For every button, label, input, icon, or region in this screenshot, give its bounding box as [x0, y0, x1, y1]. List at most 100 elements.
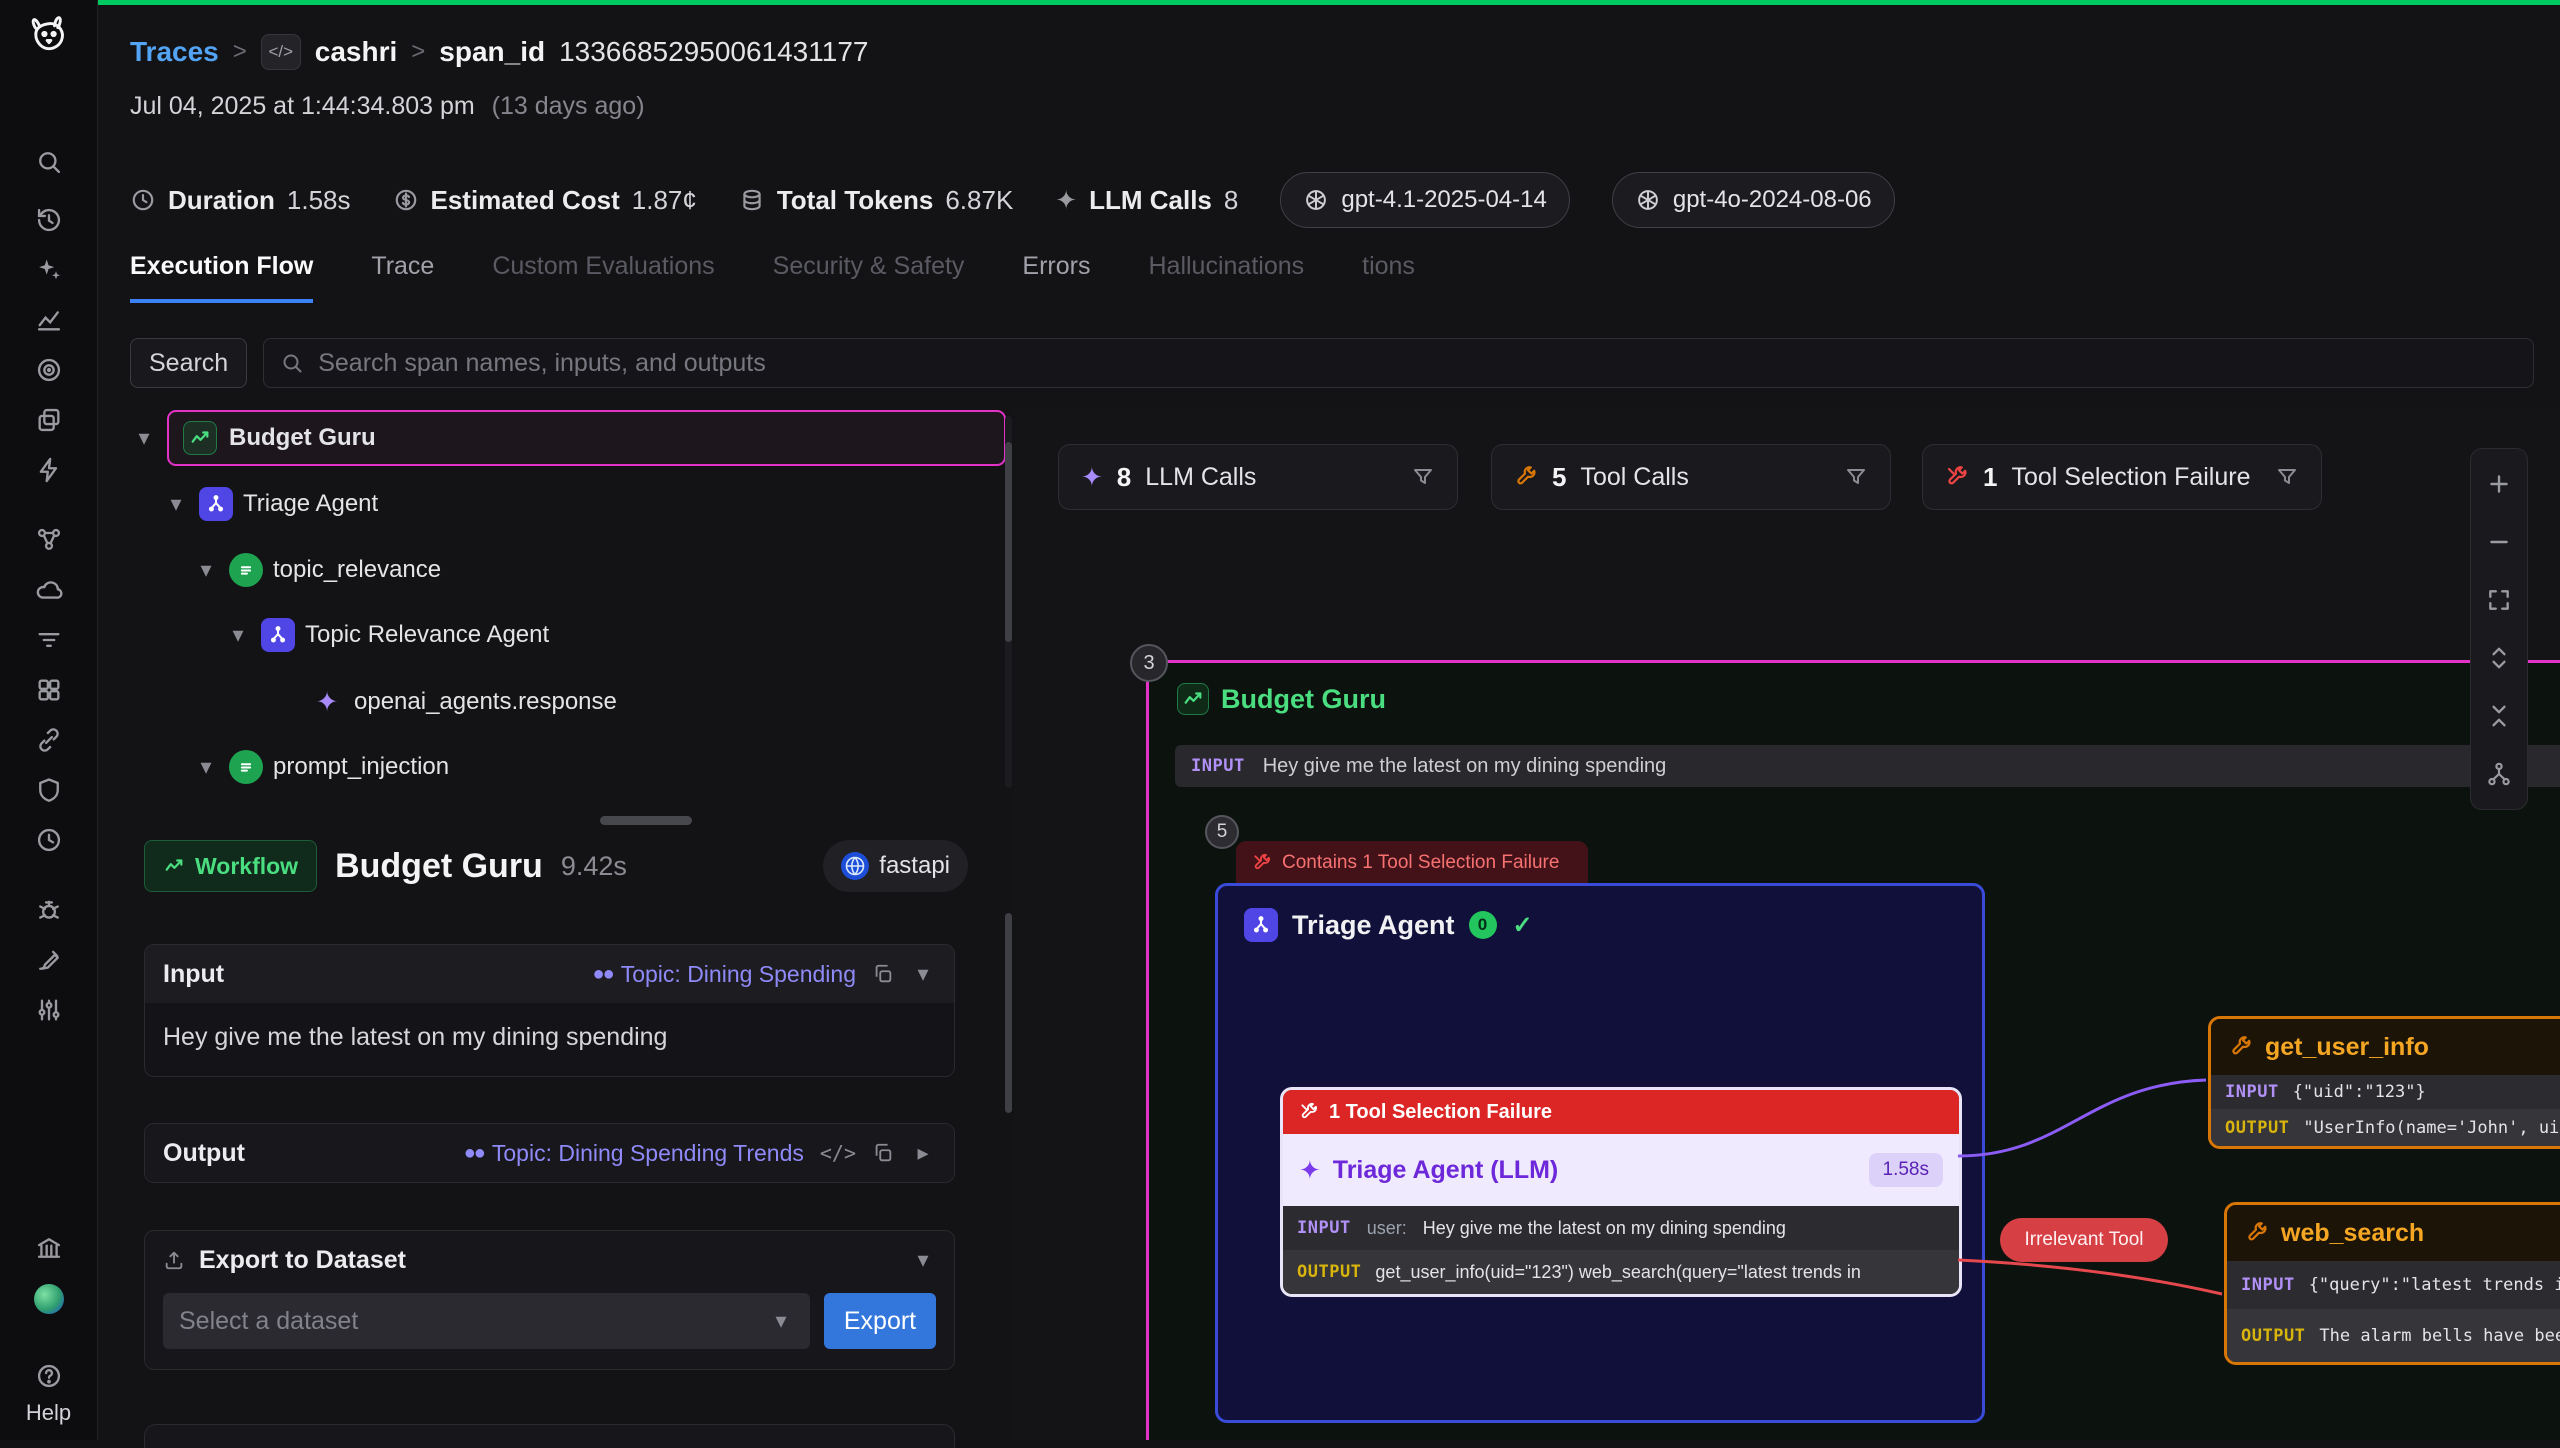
chevron-down-icon: ▾ — [768, 1308, 794, 1334]
tree-row-triage-agent[interactable]: ▾ Triage Agent — [163, 476, 378, 532]
link-icon[interactable] — [27, 718, 71, 762]
workflow-icon — [1177, 683, 1209, 715]
breadcrumb-span-label: span_id — [439, 36, 545, 68]
breadcrumb-project[interactable]: cashri — [315, 36, 398, 68]
code-view-icon[interactable]: </> — [820, 1141, 856, 1165]
fit-view-button[interactable] — [2477, 575, 2521, 625]
metric-tokens: Total Tokens 6.87K — [739, 185, 1013, 216]
chevron-down-icon[interactable]: ▾ — [910, 961, 936, 987]
metrics-chart-icon[interactable] — [27, 298, 71, 342]
funnel-icon[interactable] — [1411, 465, 1435, 489]
metric-label: Duration — [168, 185, 275, 216]
funnel-icon[interactable] — [1844, 465, 1868, 489]
metric-llm-calls: ✦ LLM Calls 8 — [1055, 185, 1238, 216]
help-icon[interactable] — [27, 1354, 71, 1398]
data-cloud-icon[interactable] — [27, 568, 71, 612]
tree-label: openai_agents.response — [354, 688, 617, 716]
copy-icon[interactable] — [872, 963, 894, 985]
graph-node-get-user-info[interactable]: get_user_info INPUT {"uid":"123"} OUTPUT… — [2208, 1016, 2560, 1149]
output-text: get_user_info(uid="123") web_search(quer… — [1375, 1262, 1860, 1283]
layers-icon[interactable] — [27, 398, 71, 442]
organization-icon[interactable] — [27, 1226, 71, 1270]
brush-icon[interactable] — [27, 938, 71, 982]
tree-scrollbar-thumb[interactable] — [1005, 442, 1012, 642]
shield-icon[interactable] — [27, 768, 71, 812]
tree-row-topic-relevance[interactable]: ▾ topic_relevance — [193, 542, 441, 598]
sparkle-icon: ✦ — [1081, 462, 1103, 493]
dataset-select[interactable]: Select a dataset ▾ — [163, 1293, 810, 1349]
hierarchy-layout-button[interactable] — [2477, 749, 2521, 799]
filter-chip-llm-calls[interactable]: ✦ 8 LLM Calls — [1058, 444, 1458, 510]
filter-lines-icon[interactable] — [27, 618, 71, 662]
chevron-down-icon[interactable]: ▾ — [131, 425, 157, 451]
tab-hallucinations[interactable]: Hallucinations — [1148, 252, 1304, 299]
breadcrumb-separator: > — [233, 38, 247, 66]
output-topic-badge[interactable]: ●●Topic: Dining Spending Trends — [464, 1140, 804, 1167]
tab-security-safety[interactable]: Security & Safety — [773, 252, 965, 299]
tree-row-prompt-injection[interactable]: ▾ prompt_injection — [193, 739, 449, 795]
funnel-icon[interactable] — [2275, 465, 2299, 489]
model-chip-gpt41[interactable]: gpt-4.1-2025-04-14 — [1280, 172, 1569, 228]
panel-drag-handle[interactable] — [600, 816, 692, 825]
openai-logo-icon — [1303, 187, 1329, 213]
search-icon — [280, 351, 304, 375]
zoom-in-button[interactable] — [2477, 459, 2521, 509]
model-chip-gpt4o[interactable]: gpt-4o-2024-08-06 — [1612, 172, 1895, 228]
search-button[interactable]: Search — [130, 338, 247, 388]
breadcrumb-span-id: 13366852950061431177 — [559, 36, 868, 68]
history-icon[interactable] — [27, 198, 71, 242]
input-text: Hey give me the latest on my dining spen… — [1423, 1218, 1786, 1239]
search-icon[interactable] — [27, 140, 71, 184]
tree-row-budget-guru[interactable]: ▾ Budget Guru — [131, 410, 1006, 466]
expand-all-button[interactable] — [2477, 633, 2521, 683]
tab-trace[interactable]: Trace — [371, 252, 434, 299]
chevron-down-icon[interactable]: ▾ — [910, 1247, 936, 1273]
chevron-down-icon[interactable]: ▾ — [193, 557, 219, 583]
topic-label: Topic: Dining Spending Trends — [492, 1140, 804, 1167]
export-button[interactable]: Export — [824, 1293, 936, 1349]
detail-scrollbar-thumb[interactable] — [1005, 913, 1012, 1113]
lightning-icon[interactable] — [27, 448, 71, 492]
breadcrumb-traces-link[interactable]: Traces — [130, 36, 219, 68]
apps-grid-icon[interactable] — [27, 668, 71, 712]
user-avatar[interactable] — [34, 1284, 64, 1314]
cluster-nodes-icon[interactable] — [27, 518, 71, 562]
graph-node-web-search[interactable]: web_search INPUT {"query":"latest trends… — [2224, 1202, 2560, 1365]
copy-icon[interactable] — [872, 1142, 894, 1164]
tab-errors[interactable]: Errors — [1022, 252, 1090, 299]
chevron-right-icon[interactable]: ▸ — [910, 1140, 936, 1166]
search-input-container — [263, 338, 2534, 388]
graph-node-triage-agent[interactable]: Triage Agent 0 ✓ 1 Tool Selection Failur… — [1215, 883, 1985, 1423]
input-topic-badge[interactable]: ●●Topic: Dining Spending — [593, 961, 856, 988]
graph-node-triage-agent-llm[interactable]: 1 Tool Selection Failure ✦ Triage Agent … — [1280, 1087, 1962, 1297]
timestamp-text: Jul 04, 2025 at 1:44:34.803 pm — [130, 92, 475, 120]
llm-sparkle-icon: ✦ — [310, 685, 344, 719]
tree-row-openai-agents-response[interactable]: ✦ openai_agents.response — [310, 674, 617, 730]
tab-custom-evaluations[interactable]: Custom Evaluations — [492, 252, 714, 299]
upload-icon — [163, 1249, 185, 1271]
filter-chip-tool-calls[interactable]: 5 Tool Calls — [1491, 444, 1891, 510]
tree-selected-node[interactable]: Budget Guru — [167, 410, 1006, 466]
bug-icon[interactable] — [27, 888, 71, 932]
chevron-down-icon[interactable]: ▾ — [225, 622, 251, 648]
collapse-all-button[interactable] — [2477, 691, 2521, 741]
tab-execution-flow[interactable]: Execution Flow — [130, 252, 313, 303]
sparkles-icon[interactable] — [27, 248, 71, 292]
output-text: "UserInfo(name='John', uid — [2303, 1118, 2560, 1138]
execution-flow-canvas[interactable]: ✦ 8 LLM Calls 5 Tool Calls 1 Tool Select… — [1014, 408, 2560, 1440]
filter-label: Tool Calls — [1580, 463, 1688, 492]
chevron-down-icon[interactable]: ▾ — [163, 491, 189, 517]
search-input[interactable] — [318, 349, 2517, 378]
check-icon: ✓ — [1513, 911, 1533, 940]
span-duration: 9.42s — [561, 851, 627, 882]
chevron-down-icon[interactable]: ▾ — [193, 754, 219, 780]
zoom-out-button[interactable] — [2477, 517, 2521, 567]
clock-refresh-icon[interactable] — [27, 818, 71, 862]
filter-chip-tool-selection-failure[interactable]: 1 Tool Selection Failure — [1922, 444, 2322, 510]
tree-row-topic-relevance-agent[interactable]: ▾ Topic Relevance Agent — [225, 607, 549, 663]
tab-clipped[interactable]: tions — [1362, 252, 1415, 299]
tree-scrollbar[interactable] — [1005, 416, 1012, 788]
sliders-icon[interactable] — [27, 988, 71, 1032]
llm-node-title: Triage Agent (LLM) — [1333, 1156, 1558, 1185]
target-icon[interactable] — [27, 348, 71, 392]
